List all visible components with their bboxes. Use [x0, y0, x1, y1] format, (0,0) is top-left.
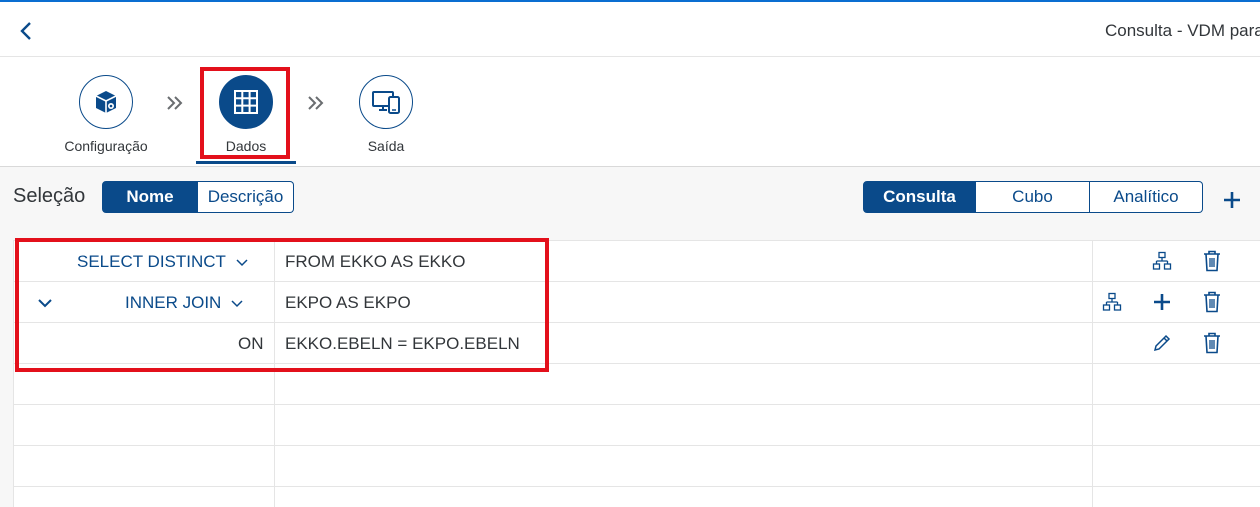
step-label: Configuração [64, 138, 148, 154]
devices-icon [372, 91, 400, 114]
step-circle [219, 75, 273, 129]
page-title: Consulta - VDM para [1105, 21, 1260, 40]
empty-row [14, 487, 1260, 507]
expression-cell[interactable]: EKPO AS EKPO [285, 293, 411, 313]
hierarchy-icon [1152, 251, 1172, 270]
collapse-button[interactable] [34, 292, 56, 314]
chevron-left-icon [20, 22, 31, 40]
toggle-descricao-button[interactable]: Descrição [198, 181, 294, 213]
selection-label: Seleção [13, 185, 86, 207]
pencil-icon [1153, 334, 1171, 352]
keyword-label: INNER JOIN [125, 293, 222, 312]
trash-icon [1204, 250, 1220, 272]
hierarchy-icon [1102, 292, 1122, 311]
step-label: Dados [225, 138, 267, 154]
box-settings-icon [95, 91, 117, 113]
table-row: INNER JOIN EKPO AS EKPO [14, 282, 1260, 323]
shell-header: Consulta - VDM para [0, 0, 1260, 57]
expression-cell[interactable]: EKKO.EBELN = EKPO.EBELN [285, 334, 520, 354]
name-description-toggle: Nome Descrição [102, 181, 294, 213]
plus-icon [1224, 192, 1240, 208]
step-circle [79, 75, 133, 129]
plus-icon [1154, 294, 1170, 310]
toggle-nome-button[interactable]: Nome [102, 181, 198, 213]
step-dados[interactable]: Dados [186, 57, 306, 167]
grid-icon [234, 90, 258, 114]
expression-cell[interactable]: FROM EKKO AS EKKO [285, 252, 465, 272]
view-mode-toggle: Consulta Cubo Analítico [863, 181, 1203, 213]
double-chevron-right-icon [165, 93, 185, 119]
chevron-down-icon [231, 300, 243, 308]
empty-row [14, 364, 1260, 405]
keyword-label: SELECT DISTINCT [77, 252, 226, 271]
hierarchy-button[interactable] [1100, 290, 1124, 314]
table-row: ON EKKO.EBELN = EKPO.EBELN [14, 323, 1260, 364]
chevron-down-icon [236, 259, 248, 267]
delete-button[interactable] [1200, 249, 1224, 273]
step-label: Saída [367, 138, 405, 154]
step-circle [359, 75, 413, 129]
query-editor-panel: Seleção Nome Descrição Consulta Cubo Ana… [0, 167, 1260, 507]
view-analitico-button[interactable]: Analítico [1090, 181, 1203, 213]
table-row: SELECT DISTINCT FROM EKKO AS EKKO [14, 241, 1260, 282]
query-grid: SELECT DISTINCT FROM EKKO AS EKKO INNER … [13, 240, 1260, 507]
edit-button[interactable] [1150, 331, 1174, 355]
view-cubo-button[interactable]: Cubo [976, 181, 1090, 213]
active-step-indicator [196, 161, 296, 164]
step-configuracao[interactable]: Configuração [46, 57, 166, 167]
trash-icon [1204, 332, 1220, 354]
hierarchy-button[interactable] [1150, 249, 1174, 273]
keyword-on: ON [238, 334, 264, 353]
back-button[interactable] [14, 18, 38, 44]
trash-icon [1204, 291, 1220, 313]
keyword-inner-join[interactable]: INNER JOIN [125, 293, 244, 313]
keyword-select-distinct[interactable]: SELECT DISTINCT [77, 252, 249, 272]
delete-button[interactable] [1200, 290, 1224, 314]
view-consulta-button[interactable]: Consulta [863, 181, 976, 213]
add-condition-button[interactable] [1150, 290, 1174, 314]
double-chevron-right-icon [306, 93, 326, 119]
delete-button[interactable] [1200, 331, 1224, 355]
empty-row [14, 405, 1260, 446]
empty-row [14, 446, 1260, 487]
process-stepper: Configuração Dados Saída [0, 57, 1260, 167]
chevron-down-icon [38, 299, 52, 308]
add-button[interactable] [1218, 186, 1246, 214]
step-saida[interactable]: Saída [326, 57, 446, 167]
